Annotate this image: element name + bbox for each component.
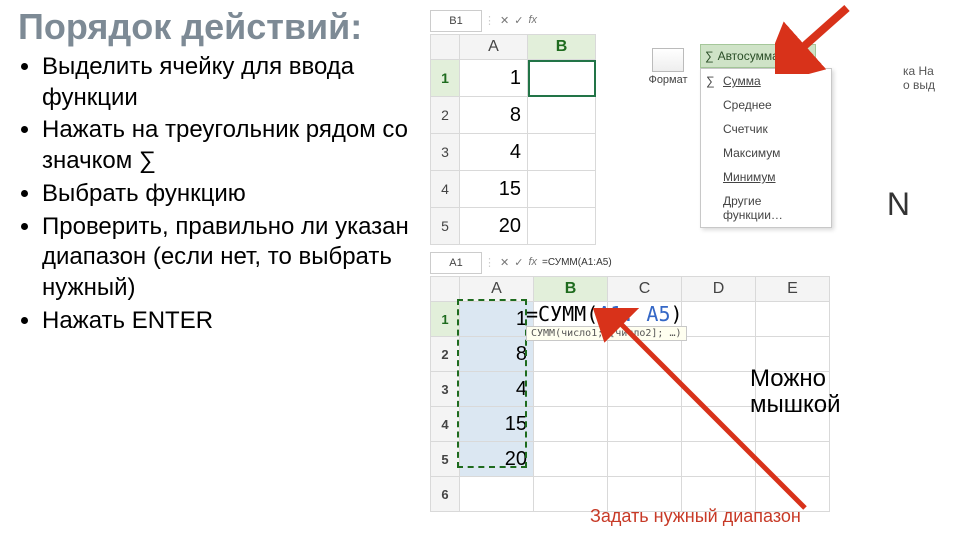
slide: Порядок действий: Выделить ячейку для вв… [0, 0, 960, 540]
annotation-range-hint: Задать нужный диапазон [590, 506, 801, 527]
top-grid[interactable]: A B 1 1 2 8 3 4 4 15 [430, 34, 596, 245]
chevron-down-icon[interactable]: ▼ [802, 51, 815, 61]
menu-sum[interactable]: ∑Сумма [701, 69, 831, 93]
row-header-2[interactable]: 2 [431, 97, 460, 134]
row-header-3[interactable]: 3 [431, 134, 460, 171]
row-6[interactable]: 6 [431, 477, 460, 512]
formula-bar[interactable]: ⋮ ✕ ✓ fx [484, 10, 537, 30]
cancel-icon[interactable]: ✕ [500, 14, 509, 27]
format-button[interactable]: Формат [640, 48, 696, 86]
cell-e5[interactable] [756, 442, 830, 477]
autosum-menu: ∑Сумма Среднее Счетчик Максимум Минимум … [700, 68, 832, 228]
fx-icon[interactable]: fx [528, 14, 537, 26]
cell-b5[interactable] [534, 442, 608, 477]
cell-c2[interactable] [608, 337, 682, 372]
row-3[interactable]: 3 [431, 372, 460, 407]
bullet-3: Выбрать функцию [42, 179, 418, 210]
cell-b2[interactable] [534, 337, 608, 372]
cell-b3[interactable] [528, 134, 596, 171]
name-box[interactable]: B1 [430, 10, 482, 32]
excel-top-snippet: B1 ⋮ ✕ ✓ fx A B 1 1 2 8 3 [430, 10, 930, 240]
partial-letter: N [887, 186, 910, 223]
col-a[interactable]: A [460, 277, 534, 302]
annotation-mouse: Можномышкой [750, 366, 841, 419]
menu-more[interactable]: Другие функции… [701, 189, 831, 227]
cancel-icon[interactable]: ✕ [500, 256, 509, 269]
cell-d5[interactable] [682, 442, 756, 477]
row-5[interactable]: 5 [431, 442, 460, 477]
cell-a5[interactable]: 20 [460, 442, 534, 477]
sigma-icon: ∑ [705, 49, 714, 63]
excel-bottom-snippet: A1 ⋮ ✕ ✓ fx =СУММ(A1:A5) A B C D E 1 1 [430, 252, 950, 532]
bullet-2: Нажать на треугольник рядом со значком ∑ [42, 115, 418, 176]
cell-b5[interactable] [528, 208, 596, 245]
bullet-1: Выделить ячейку для ввода функции [42, 52, 418, 113]
sigma-icon: ∑ [706, 74, 715, 88]
cell-b3[interactable] [534, 372, 608, 407]
cell-a5[interactable]: 20 [460, 208, 528, 245]
format-label: Формат [648, 74, 687, 86]
col-b[interactable]: B [534, 277, 608, 302]
row-1[interactable]: 1 [431, 302, 460, 337]
cell-a1[interactable]: 1 [460, 60, 528, 97]
col-header-b[interactable]: B [528, 35, 596, 60]
cell-d1[interactable] [682, 302, 756, 337]
confirm-icon[interactable]: ✓ [514, 14, 523, 27]
cell-a6[interactable] [460, 477, 534, 512]
cell-a4[interactable]: 15 [460, 407, 534, 442]
cell-b4[interactable] [528, 171, 596, 208]
autosum-button[interactable]: ∑ Автосумма ▼ [700, 44, 816, 68]
menu-average[interactable]: Среднее [701, 93, 831, 117]
cell-b2[interactable] [528, 97, 596, 134]
cell-d3[interactable] [682, 372, 756, 407]
fx-icon[interactable]: fx [528, 256, 537, 268]
confirm-icon[interactable]: ✓ [514, 256, 523, 269]
formula-bar[interactable]: ⋮ ✕ ✓ fx =СУММ(A1:A5) [484, 252, 612, 272]
formula-tooltip: СУММ(число1; [число2]; …) [526, 326, 687, 341]
slide-title: Порядок действий: [18, 6, 362, 48]
cell-b4[interactable] [534, 407, 608, 442]
row-header-4[interactable]: 4 [431, 171, 460, 208]
cell-a2[interactable]: 8 [460, 97, 528, 134]
cell-e1[interactable] [756, 302, 830, 337]
cell-a4[interactable]: 15 [460, 171, 528, 208]
cell-c4[interactable] [608, 407, 682, 442]
inline-formula[interactable]: =СУММ(A1: A5) СУММ(число1; [число2]; …) [526, 302, 687, 341]
cell-a1[interactable]: 1 [460, 302, 534, 337]
format-icon [652, 48, 684, 72]
cell-a3[interactable]: 4 [460, 134, 528, 171]
row-header-1[interactable]: 1 [431, 60, 460, 97]
cell-d4[interactable] [682, 407, 756, 442]
menu-min[interactable]: Минимум [701, 165, 831, 189]
menu-count[interactable]: Счетчик [701, 117, 831, 141]
col-header-a[interactable]: A [460, 35, 528, 60]
cell-a3[interactable]: 4 [460, 372, 534, 407]
menu-max[interactable]: Максимум [701, 141, 831, 165]
formula-prefix: =СУММ( [526, 302, 598, 326]
cell-c5[interactable] [608, 442, 682, 477]
cell-d2[interactable] [682, 337, 756, 372]
row-2[interactable]: 2 [431, 337, 460, 372]
col-d[interactable]: D [682, 277, 756, 302]
cell-c3[interactable] [608, 372, 682, 407]
cell-a2[interactable]: 8 [460, 337, 534, 372]
formula-bar-value: =СУММ(A1:A5) [542, 257, 612, 268]
col-c[interactable]: C [608, 277, 682, 302]
select-all-corner[interactable] [431, 277, 460, 302]
autosum-label: Автосумма [718, 49, 779, 63]
bullet-5: Нажать ENTER [42, 306, 418, 337]
bullet-4: Проверить, правильно ли указан диапазон … [42, 212, 418, 304]
formula-range: A1: A5 [598, 302, 670, 326]
row-header-5[interactable]: 5 [431, 208, 460, 245]
select-all-corner[interactable] [431, 35, 460, 60]
cell-b1[interactable] [528, 60, 596, 97]
formula-suffix: ) [671, 302, 683, 326]
ribbon-cut-text: ка На о выд [903, 64, 935, 93]
row-4[interactable]: 4 [431, 407, 460, 442]
instruction-list: Выделить ячейку для ввода функции Нажать… [18, 52, 418, 338]
name-box[interactable]: A1 [430, 252, 482, 274]
col-e[interactable]: E [756, 277, 830, 302]
